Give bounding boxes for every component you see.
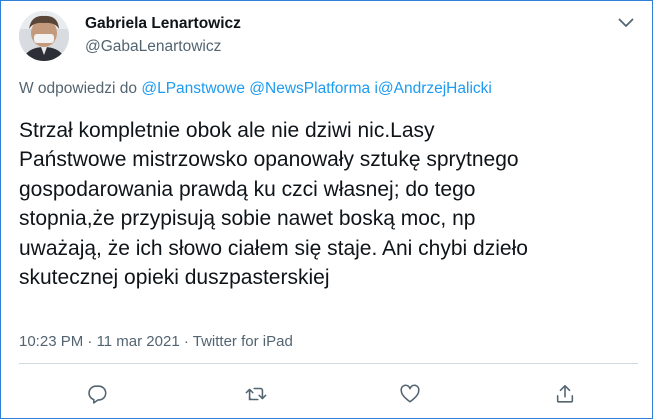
- meta-separator: ·: [183, 333, 189, 350]
- avatar[interactable]: [19, 11, 69, 61]
- tweet-text: Strzał kompletnie obok ale nie dziwi nic…: [19, 119, 528, 290]
- author-name[interactable]: Gabriela Lenartowicz: [85, 15, 241, 33]
- reply-context: W odpowiedzi do @LPanstwowe @NewsPlatfor…: [19, 80, 492, 98]
- tweet-time[interactable]: 10:23 PM: [19, 333, 83, 350]
- share-icon: [556, 384, 574, 403]
- retweet-icon: [245, 387, 267, 401]
- tweet-card: Gabriela Lenartowicz @GabaLenartowicz W …: [0, 0, 653, 419]
- action-bar: [1, 379, 652, 409]
- reply-button[interactable]: [82, 379, 112, 409]
- mention-lpanstwowe[interactable]: @LPanstwowe: [141, 80, 245, 97]
- meta-separator: ·: [87, 333, 93, 350]
- tweet-header: Gabriela Lenartowicz @GabaLenartowicz: [19, 7, 638, 63]
- avatar-image: [19, 11, 69, 61]
- more-options-button[interactable]: [614, 11, 638, 35]
- chevron-down-icon: [618, 18, 634, 27]
- mention-newsplatforma[interactable]: @NewsPlatforma: [249, 80, 370, 97]
- author-handle[interactable]: @GabaLenartowicz: [85, 38, 221, 56]
- like-button[interactable]: [395, 379, 425, 409]
- tweet-metadata: 10:23 PM · 11 mar 2021 · Twitter for iPa…: [19, 333, 293, 350]
- reply-prefix: W odpowiedzi do: [19, 80, 138, 97]
- retweet-button[interactable]: [241, 379, 271, 409]
- heart-icon: [400, 384, 420, 403]
- reply-icon: [88, 385, 107, 404]
- mention-andrzejhalicki[interactable]: @AndrzejHalicki: [378, 80, 492, 97]
- tweet-date[interactable]: 11 mar 2021: [97, 333, 180, 350]
- divider: [19, 363, 638, 364]
- share-button[interactable]: [550, 379, 580, 409]
- tweet-source: Twitter for iPad: [192, 333, 293, 350]
